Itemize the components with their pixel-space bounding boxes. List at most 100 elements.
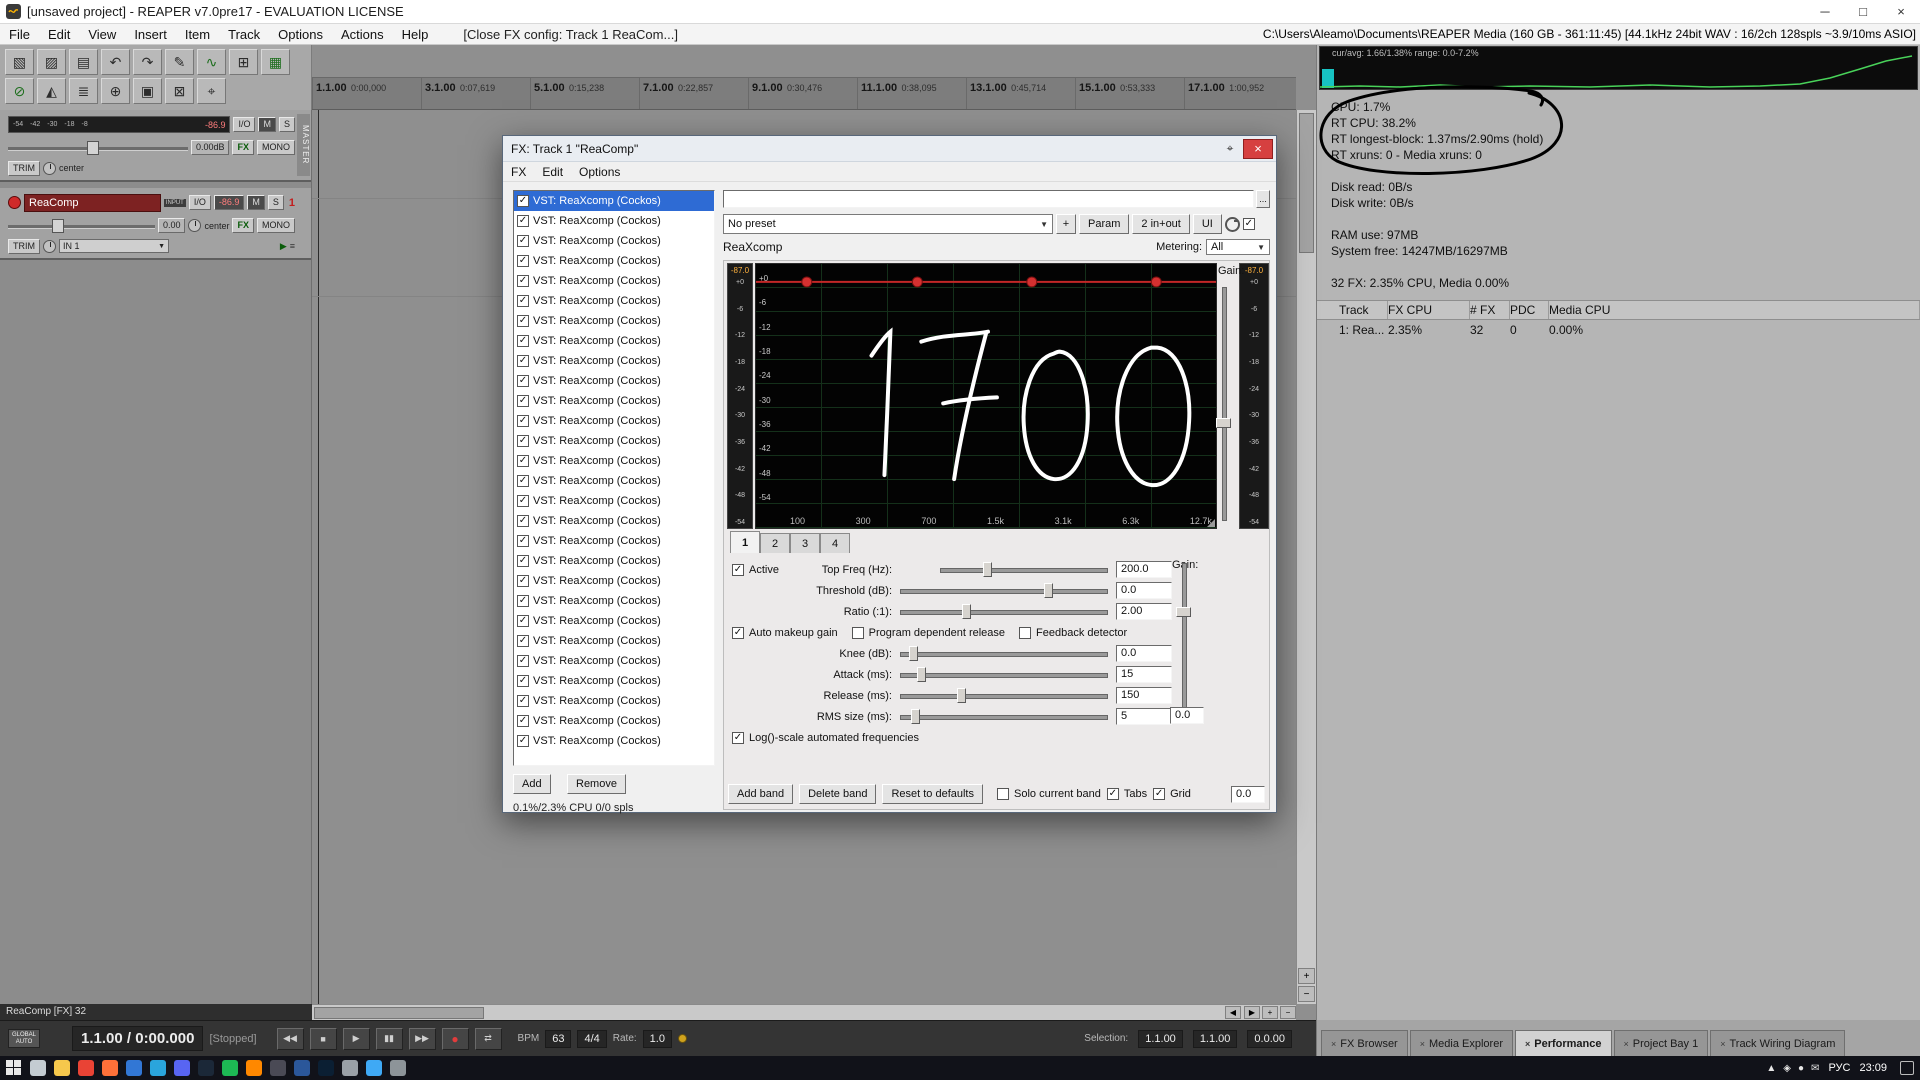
fx-enabled-checkbox[interactable] bbox=[517, 455, 529, 467]
metering-select[interactable]: All ▼ bbox=[1206, 239, 1270, 255]
tray-icon[interactable]: ✉ bbox=[1811, 1063, 1819, 1074]
taskbar-app-icon[interactable] bbox=[126, 1060, 142, 1076]
track-fx-button[interactable]: FX bbox=[232, 218, 254, 233]
add-fx-button[interactable]: Add bbox=[513, 774, 551, 794]
automation-icon[interactable]: ≡ bbox=[290, 241, 295, 251]
toolbar-icon[interactable]: ▣ bbox=[133, 78, 162, 104]
master-track-strip[interactable]: MASTER -54-42 -30-18 -8 -86.9 I/O M S 0.… bbox=[0, 110, 311, 182]
fx-bypass-checkbox[interactable] bbox=[1243, 218, 1255, 230]
timeline-ruler[interactable]: 1.1.00 0:00,000 3.1.00 0:07,619 5.1.00 0… bbox=[312, 77, 1296, 110]
fx-menu-item[interactable]: Edit bbox=[534, 165, 571, 179]
fx-chain-item[interactable]: VST: ReaXcomp (Cockos) bbox=[514, 731, 714, 751]
fx-chain-item[interactable]: VST: ReaXcomp (Cockos) bbox=[514, 451, 714, 471]
fx-chain-item[interactable]: VST: ReaXcomp (Cockos) bbox=[514, 491, 714, 511]
master-mono-button[interactable]: MONO bbox=[257, 140, 295, 155]
fx-enabled-checkbox[interactable] bbox=[517, 475, 529, 487]
fx-enabled-checkbox[interactable] bbox=[517, 595, 529, 607]
fx-enabled-checkbox[interactable] bbox=[517, 215, 529, 227]
release-slider[interactable] bbox=[898, 687, 1110, 704]
table-header-cell[interactable]: PDC bbox=[1510, 301, 1549, 319]
fx-enabled-checkbox[interactable] bbox=[517, 415, 529, 427]
toolbar-icon[interactable]: ◭ bbox=[37, 78, 66, 104]
band-gain-slider[interactable] bbox=[1176, 561, 1191, 713]
fx-chain-item[interactable]: VST: ReaXcomp (Cockos) bbox=[514, 551, 714, 571]
global-auto-button[interactable]: GLOBALAUTO bbox=[8, 1029, 40, 1048]
hzoom-out-button[interactable]: − bbox=[1280, 1006, 1296, 1019]
fx-chain-item[interactable]: VST: ReaXcomp (Cockos) bbox=[514, 331, 714, 351]
remove-fx-button[interactable]: Remove bbox=[567, 774, 626, 794]
taskbar-app-icon[interactable] bbox=[78, 1060, 94, 1076]
notification-center-icon[interactable] bbox=[1900, 1061, 1914, 1075]
toolbar-icon[interactable]: ∿ bbox=[197, 49, 226, 75]
clock[interactable]: 23:09 bbox=[1859, 1062, 1887, 1074]
fx-enabled-checkbox[interactable] bbox=[517, 195, 529, 207]
fx-chain-item[interactable]: VST: ReaXcomp (Cockos) bbox=[514, 631, 714, 651]
docker-tab[interactable]: × FX Browser bbox=[1321, 1030, 1408, 1056]
play-button[interactable]: ▶ bbox=[343, 1028, 370, 1050]
fx-chain-item[interactable]: VST: ReaXcomp (Cockos) bbox=[514, 651, 714, 671]
track-mono-button[interactable]: MONO bbox=[257, 218, 295, 233]
add-band-button[interactable]: Add band bbox=[728, 784, 793, 804]
transport-position[interactable]: 1.1.00 / 0:00.000 bbox=[72, 1026, 203, 1051]
toolbar-icon[interactable]: ✎ bbox=[165, 49, 194, 75]
taskbar-app-icon[interactable] bbox=[270, 1060, 286, 1076]
tab-close-icon[interactable]: × bbox=[1331, 1039, 1336, 1049]
fx-enabled-checkbox[interactable] bbox=[517, 355, 529, 367]
master-io-button[interactable]: I/O bbox=[233, 117, 255, 132]
toolbar-icon[interactable]: ▤ bbox=[69, 49, 98, 75]
fx-enabled-checkbox[interactable] bbox=[517, 435, 529, 447]
docker-tab[interactable]: × Track Wiring Diagram bbox=[1710, 1030, 1845, 1056]
fx-enabled-checkbox[interactable] bbox=[517, 675, 529, 687]
fx-chain-item[interactable]: VST: ReaXcomp (Cockos) bbox=[514, 411, 714, 431]
top-freq-value[interactable]: 200.0 bbox=[1116, 561, 1172, 578]
menu-item[interactable]: Item bbox=[176, 27, 219, 42]
selection-end[interactable]: 1.1.00 bbox=[1193, 1030, 1238, 1048]
fx-chain-item[interactable]: VST: ReaXcomp (Cockos) bbox=[514, 531, 714, 551]
track-mute-button[interactable]: M bbox=[247, 195, 265, 210]
table-header-cell[interactable]: # FX bbox=[1470, 301, 1510, 319]
toolbar-icon[interactable]: ⊠ bbox=[165, 78, 194, 104]
taskbar-app-icon[interactable] bbox=[318, 1060, 334, 1076]
tab-close-icon[interactable]: × bbox=[1720, 1039, 1725, 1049]
threshold-slider[interactable] bbox=[898, 582, 1110, 599]
vertical-scroll-thumb[interactable] bbox=[1299, 113, 1314, 253]
grid-checkbox[interactable] bbox=[1153, 788, 1165, 800]
record-mode-knob[interactable] bbox=[43, 240, 56, 253]
fx-comment-field[interactable] bbox=[723, 190, 1254, 208]
toolbar-icon[interactable]: ≣ bbox=[69, 78, 98, 104]
master-mute-button[interactable]: M bbox=[258, 117, 276, 132]
fx-chain-item[interactable]: VST: ReaXcomp (Cockos) bbox=[514, 511, 714, 531]
fx-chain-item[interactable]: VST: ReaXcomp (Cockos) bbox=[514, 591, 714, 611]
fx-close-button[interactable]: × bbox=[1243, 139, 1273, 159]
fx-chain-item[interactable]: VST: ReaXcomp (Cockos) bbox=[514, 471, 714, 491]
master-solo-button[interactable]: S bbox=[279, 117, 295, 132]
fx-enabled-checkbox[interactable] bbox=[517, 255, 529, 267]
feedback-detector-checkbox[interactable] bbox=[1019, 627, 1031, 639]
fx-chain-item[interactable]: VST: ReaXcomp (Cockos) bbox=[514, 211, 714, 231]
log-scale-checkbox[interactable] bbox=[732, 732, 744, 744]
fx-chain-item[interactable]: VST: ReaXcomp (Cockos) bbox=[514, 311, 714, 331]
tray-icon[interactable]: ◈ bbox=[1783, 1063, 1791, 1074]
band-tab[interactable]: 2 bbox=[760, 533, 790, 553]
tab-close-icon[interactable]: × bbox=[1624, 1039, 1629, 1049]
fx-enabled-checkbox[interactable] bbox=[517, 375, 529, 387]
menu-item[interactable]: Edit bbox=[39, 27, 79, 42]
tab-close-icon[interactable]: × bbox=[1525, 1039, 1530, 1049]
taskbar-app-icon[interactable] bbox=[54, 1060, 70, 1076]
taskbar-app-icon[interactable] bbox=[198, 1060, 214, 1076]
program-release-checkbox[interactable] bbox=[852, 627, 864, 639]
menu-item[interactable]: Insert bbox=[125, 27, 176, 42]
fx-enabled-checkbox[interactable] bbox=[517, 295, 529, 307]
master-volume-fader[interactable] bbox=[8, 141, 188, 155]
tab-close-icon[interactable]: × bbox=[1420, 1039, 1425, 1049]
io-routing-button[interactable]: 2 in+out bbox=[1132, 214, 1189, 234]
menu-item[interactable]: File bbox=[0, 27, 39, 42]
taskbar-app-icon[interactable] bbox=[294, 1060, 310, 1076]
band-tab[interactable]: 3 bbox=[790, 533, 820, 553]
taskbar-app-icon[interactable] bbox=[222, 1060, 238, 1076]
fx-enabled-checkbox[interactable] bbox=[517, 715, 529, 727]
master-gain-slider[interactable] bbox=[1216, 285, 1231, 523]
taskbar-app-icon[interactable] bbox=[174, 1060, 190, 1076]
stop-button[interactable]: ■ bbox=[310, 1028, 337, 1050]
track-trim-button[interactable]: TRIM bbox=[8, 239, 40, 254]
